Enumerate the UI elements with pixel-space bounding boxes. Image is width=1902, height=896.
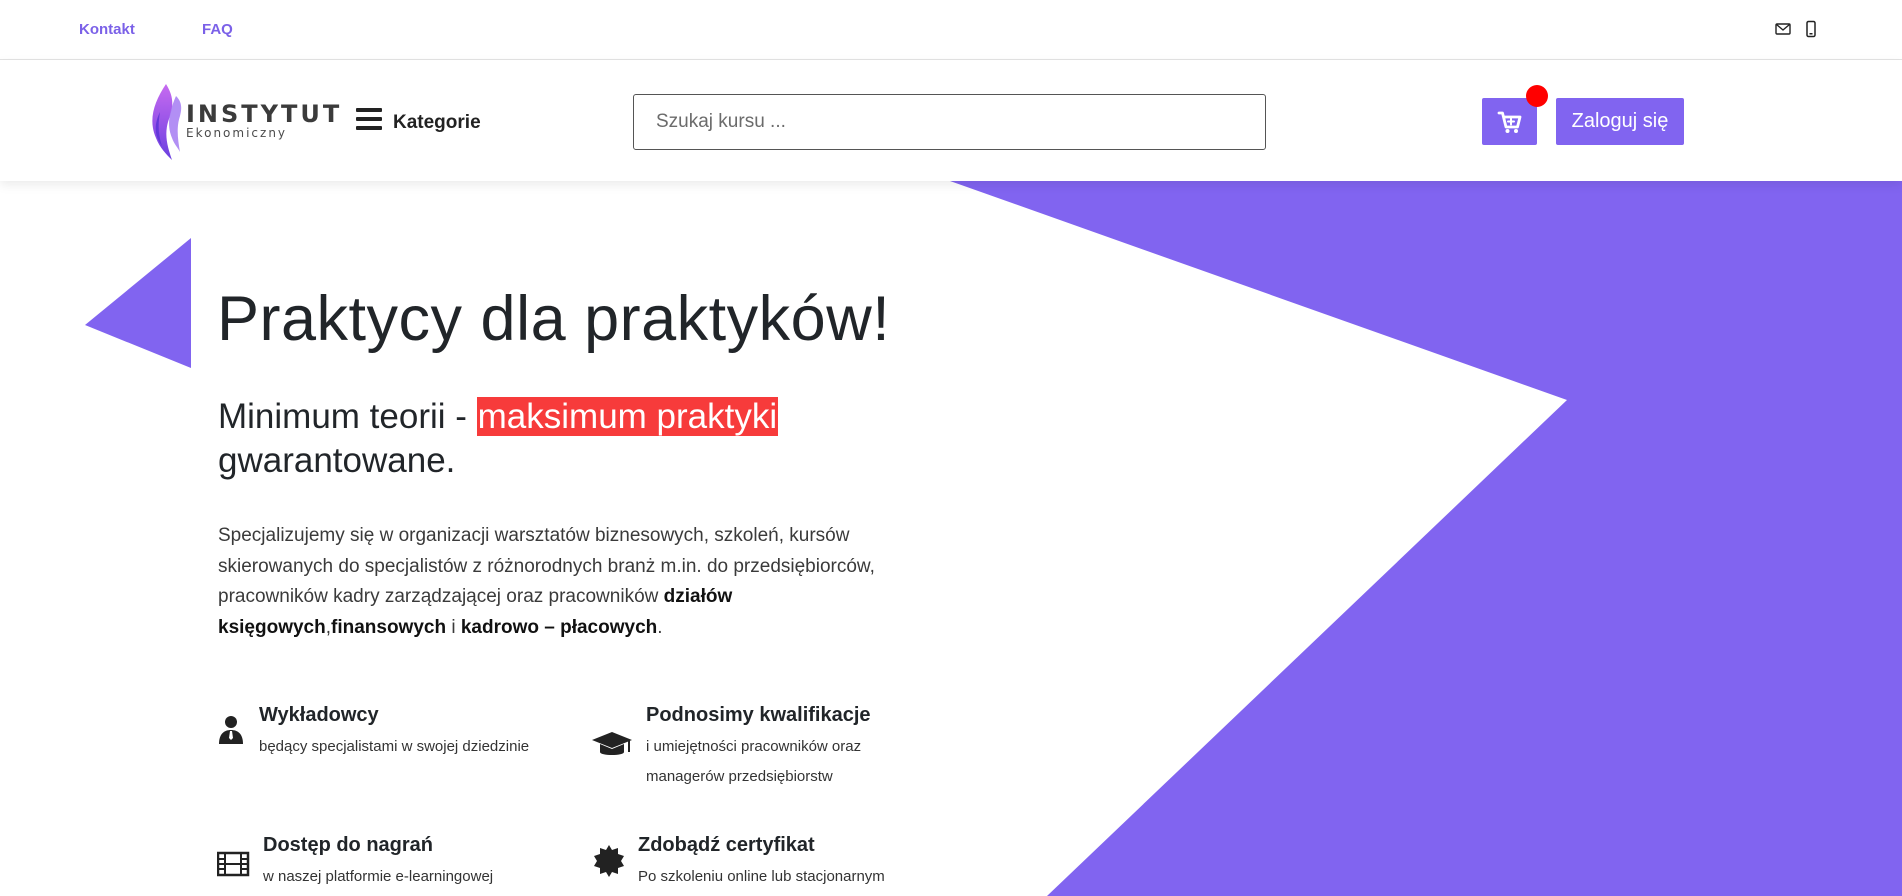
- login-button[interactable]: Zaloguj się: [1556, 98, 1684, 145]
- faq-link[interactable]: FAQ: [202, 21, 233, 38]
- hero-subtitle: Minimum teorii - maksimum praktyki gwara…: [218, 395, 918, 483]
- flame-logo-icon: [152, 84, 182, 160]
- hero-description: Specjalizujemy się w organizacji warszta…: [218, 521, 918, 643]
- feature-text: i umiejętności pracowników oraz: [646, 738, 862, 755]
- feature-title: Wykładowcy: [259, 704, 379, 726]
- description-bold-payroll: kadrowo – płacowych: [460, 616, 658, 638]
- logo-sub-text: Ekonomiczny: [186, 126, 288, 140]
- top-bar: Kontakt FAQ: [0, 0, 1902, 60]
- phone-icon[interactable]: [1802, 20, 1820, 38]
- description-bold-finance: finansowych: [331, 616, 447, 638]
- site-logo[interactable]: INSTYTUT Ekonomiczny: [146, 82, 346, 162]
- feature-title: Podnosimy kwalifikacje: [646, 704, 871, 726]
- mail-icon[interactable]: [1774, 20, 1792, 38]
- hero-subtitle-start: Minimum teorii -: [218, 397, 477, 436]
- feature-text: w naszej platformie e-learningowej: [263, 868, 494, 885]
- description-end: .: [657, 616, 663, 638]
- search-input[interactable]: [633, 94, 1266, 150]
- feature-text: Po szkoleniu online lub stacjonarnym: [638, 868, 885, 885]
- hero-subtitle-highlight: maksimum praktyki: [476, 397, 779, 436]
- kontakt-link[interactable]: Kontakt: [79, 21, 135, 38]
- feature-text: managerów przedsiębiorstw: [646, 768, 833, 785]
- hero-title: Praktycy dla praktyków!: [217, 284, 891, 354]
- graduation-cap-icon: [592, 732, 632, 755]
- person-icon: [219, 716, 243, 744]
- cart-button[interactable]: [1482, 98, 1537, 145]
- feature-title: Dostęp do nagrań: [263, 834, 434, 856]
- description-text: Specjalizujemy się w organizacji warszta…: [218, 525, 875, 607]
- feature-text: będący specjalistami w swojej dziedzinie: [259, 738, 530, 755]
- film-icon: [217, 851, 250, 877]
- decorative-triangle: [85, 238, 191, 368]
- feature-title: Zdobądź certyfikat: [638, 834, 815, 856]
- hero-subtitle-end: gwarantowane.: [218, 441, 456, 480]
- cart-notification-badge: [1526, 85, 1548, 107]
- certificate-icon: [594, 845, 624, 877]
- logo-main-text: INSTYTUT: [186, 100, 343, 128]
- cart-icon: [1497, 111, 1522, 133]
- categories-menu-label[interactable]: Kategorie: [393, 112, 481, 134]
- hamburger-menu-icon[interactable]: [356, 108, 382, 130]
- main-header: INSTYTUT Ekonomiczny Kategorie Zaloguj s…: [0, 60, 1902, 181]
- description-separator: i: [446, 616, 461, 638]
